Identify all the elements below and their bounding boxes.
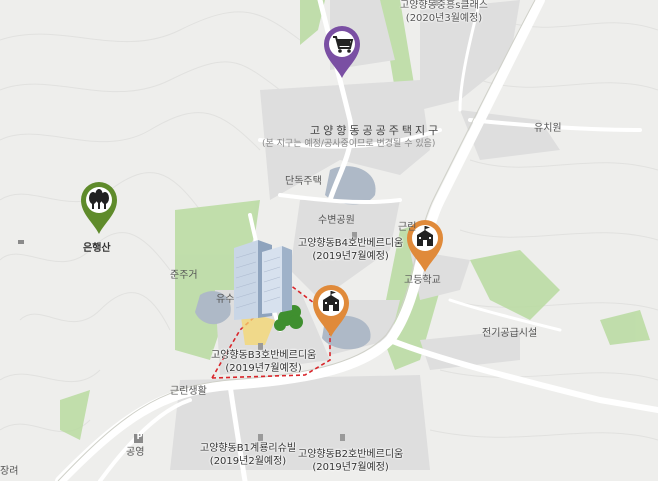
b4-name: 고양향동B4호반베르디움 bbox=[298, 238, 404, 249]
b4-date: (2019년7월예정) bbox=[312, 250, 389, 262]
label-semi-residential: 준주거 bbox=[170, 270, 198, 281]
b1-label: 고양향동B1계룡리슈빌 (2019년2월예정) bbox=[200, 443, 296, 468]
b2-label: 고양향동B2호반베르디움 (2019년7월예정) bbox=[298, 449, 403, 474]
b1-name: 고양향동B1계룡리슈빌 bbox=[200, 443, 297, 454]
b4-label: 고양향동B4호반베르디움 (2019년7월예정) bbox=[298, 238, 403, 263]
label-neighborhood-commercial: 근린생활 bbox=[170, 386, 207, 397]
school-label: 고등학교 bbox=[404, 275, 441, 286]
label-detached-housing: 단독주택 bbox=[285, 176, 322, 187]
map-canvas[interactable]: 고양향동중흥s클래스 (2020년3월예정) 고양향동공공주택지구 (본 지구는… bbox=[0, 0, 658, 481]
mountain-pin[interactable] bbox=[79, 180, 119, 236]
b2-name: 고양향동B2호반베르디움 bbox=[298, 449, 404, 460]
mountain-label: 은행산 bbox=[83, 243, 111, 254]
shopping-pin[interactable] bbox=[322, 24, 362, 80]
district-subtitle: (본 지구는 예정/공사중이므로 변경될 수 있음) bbox=[262, 139, 436, 149]
label-waterside-park: 수변공원 bbox=[318, 215, 355, 226]
school-pin-center[interactable] bbox=[311, 283, 351, 339]
label-yusu: 유수 bbox=[216, 294, 235, 305]
top-complex-label: 고양향동중흥s클래스 (2020년3월예정) bbox=[400, 0, 488, 25]
label-geunrin-small: 근린 bbox=[398, 222, 417, 233]
parking-icon: P bbox=[136, 432, 143, 441]
district-title: 고양향동공공주택지구 bbox=[310, 124, 442, 137]
b1-date: (2019년2월예정) bbox=[209, 455, 287, 467]
b3-label: 고양향동B3호반베르디움 (2019년7월예정) bbox=[211, 350, 316, 375]
b3-name: 고양향동B3호반베르디움 bbox=[211, 350, 317, 361]
top-complex-name: 고양향동중흥s클래스 bbox=[400, 0, 489, 11]
label-electric-facility: 전기공급시설 bbox=[482, 328, 538, 339]
b3-date: (2019년7월예정) bbox=[225, 362, 302, 374]
top-complex-date: (2020년3월예정) bbox=[405, 12, 483, 24]
label-jangryeo: 장려 bbox=[0, 466, 19, 477]
label-public: 공영 bbox=[126, 447, 145, 458]
label-kindergarten: 유치원 bbox=[534, 123, 562, 134]
b2-date: (2019년7월예정) bbox=[312, 461, 389, 473]
